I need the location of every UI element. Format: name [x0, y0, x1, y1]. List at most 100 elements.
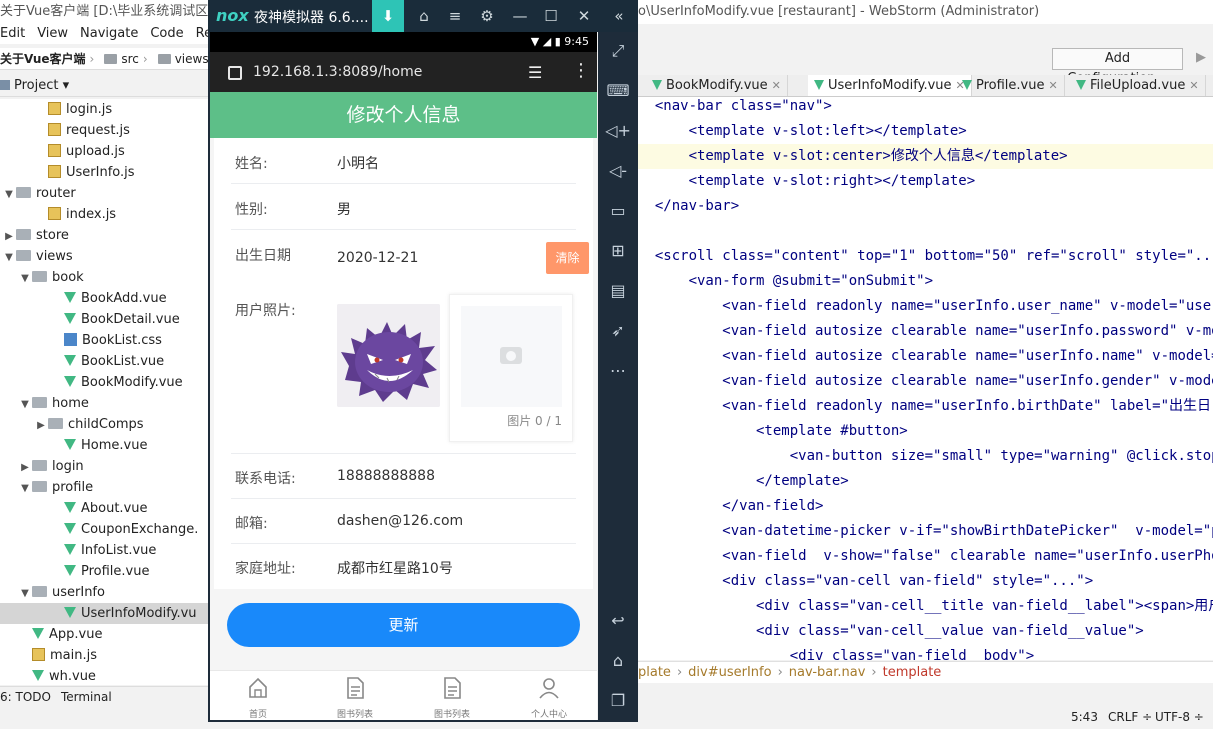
emulator-bookmark-icon[interactable]: ⬇ — [372, 0, 404, 32]
tab-booklist[interactable]: 图书列表 — [307, 671, 403, 723]
tree-folder[interactable]: ▼ home — [0, 393, 210, 414]
tree-file[interactable]: About.vue — [0, 498, 210, 519]
expand-arrow-icon[interactable]: ▼ — [18, 394, 32, 415]
nav-root[interactable]: 关于Vue客户端 — [0, 52, 86, 66]
tree-file[interactable]: upload.js — [0, 141, 210, 162]
code-line[interactable]: <template v-slot:right></template> — [638, 169, 1213, 194]
browser-tabs-icon[interactable]: ☰ — [528, 63, 542, 82]
code-line[interactable]: <template v-slot:center>修改个人信息</template… — [638, 144, 1213, 169]
update-button[interactable]: 更新 — [227, 603, 580, 647]
email-field[interactable]: 邮箱: dashen@126.com — [231, 499, 576, 544]
breadcrumb-item[interactable]: nav-bar.nav — [789, 665, 866, 680]
expand-arrow-icon[interactable]: ▶ — [34, 415, 48, 436]
close-tab-icon[interactable]: ✕ — [772, 79, 781, 92]
tree-folder[interactable]: ▶ store — [0, 225, 210, 246]
volume-down-icon[interactable]: ◁- — [598, 156, 638, 186]
tree-file[interactable]: UserInfoModify.vu — [0, 603, 210, 624]
code-line[interactable]: <van-field autosize clearable name="user… — [638, 344, 1213, 369]
menu-code[interactable]: Code — [150, 26, 183, 41]
emulator-close-icon[interactable]: ✕ — [568, 0, 600, 32]
code-line[interactable]: <div class="van-cell__title van-field__l… — [638, 594, 1213, 619]
terminal-tab[interactable]: Terminal — [61, 690, 112, 704]
nav-views[interactable]: views — [175, 52, 209, 66]
tree-file[interactable]: BookList.css — [0, 330, 210, 351]
code-line[interactable]: <scroll class="content" top="1" bottom="… — [638, 244, 1213, 269]
expand-arrow-icon[interactable]: ▼ — [18, 478, 32, 499]
tree-folder[interactable]: ▼ views — [0, 246, 210, 267]
code-line[interactable]: <van-field readonly name="userInfo.user_… — [638, 294, 1213, 319]
tree-file[interactable]: InfoList.vue — [0, 540, 210, 561]
emulator-maximize-icon[interactable]: ☐ — [535, 0, 567, 32]
code-line[interactable]: </template> — [638, 469, 1213, 494]
menu-edit[interactable]: Edit — [0, 26, 25, 41]
user-avatar[interactable] — [337, 304, 440, 407]
birthdate-field[interactable]: 出生日期 2020-12-21 — [231, 230, 576, 286]
code-line[interactable]: <van-button size="small" type="warning" … — [638, 444, 1213, 469]
tree-file[interactable]: CouponExchange. — [0, 519, 210, 540]
tree-file[interactable]: wh.vue — [0, 666, 210, 685]
emulator-menu-icon[interactable]: ≡ — [439, 0, 471, 32]
code-line[interactable]: <div class="van-cell__value van-field__v… — [638, 619, 1213, 644]
photo-uploader[interactable]: 图片 0 / 1 — [449, 294, 573, 442]
cursor-position[interactable]: 5:43 — [1071, 706, 1098, 729]
clear-button[interactable]: 清除 — [546, 242, 589, 274]
keyboard-icon[interactable]: ⌨ — [598, 76, 638, 106]
code-line[interactable]: <van-field autosize clearable name="user… — [638, 369, 1213, 394]
menu-navigate[interactable]: Navigate — [80, 26, 138, 41]
expand-arrow-icon[interactable]: ▼ — [18, 268, 32, 289]
tree-file[interactable]: Profile.vue — [0, 561, 210, 582]
browser-more-icon[interactable]: ⋮ — [572, 60, 590, 81]
tab-booklist-2[interactable]: 图书列表 — [404, 671, 500, 723]
add-configuration-button[interactable]: Add Configuration... — [1052, 48, 1183, 86]
recent-apps-icon[interactable]: ❐ — [598, 686, 638, 716]
code-line[interactable]: <nav-bar class="nav"> — [638, 97, 1213, 119]
tree-file[interactable]: request.js — [0, 120, 210, 141]
breadcrumb-item[interactable]: div#userInfo — [688, 665, 771, 680]
code-line[interactable]: <van-field autosize clearable name="user… — [638, 319, 1213, 344]
editor-tab[interactable]: FileUpload.vue ✕ — [1070, 75, 1206, 96]
screen-icon[interactable]: ▭ — [598, 196, 638, 226]
security-shield-icon[interactable] — [228, 66, 242, 80]
menu-view[interactable]: View — [37, 26, 68, 41]
file-encoding[interactable]: UTF-8 ÷ — [1155, 706, 1204, 729]
tree-file[interactable]: index.js — [0, 204, 210, 225]
tree-file[interactable]: BookList.vue — [0, 351, 210, 372]
todo-tab[interactable]: 6: TODO — [0, 690, 51, 704]
expand-arrow-icon[interactable]: ▶ — [2, 226, 16, 247]
code-line[interactable]: <van-datetime-picker v-if="showBirthDate… — [638, 519, 1213, 544]
dropdown-arrow-icon[interactable]: ▾ — [63, 78, 70, 93]
rocket-icon[interactable]: ➶ — [598, 316, 638, 346]
code-line[interactable]: </van-field> — [638, 494, 1213, 519]
code-line[interactable]: <van-field readonly name="userInfo.birth… — [638, 394, 1213, 419]
tree-file[interactable]: login.js — [0, 99, 210, 120]
run-icon[interactable]: ▶ — [1196, 50, 1206, 65]
code-line[interactable]: <div class="van-cell van-field" style=".… — [638, 569, 1213, 594]
tree-folder[interactable]: ▶ login — [0, 456, 210, 477]
expand-arrow-icon[interactable]: ▼ — [2, 247, 16, 268]
tree-file[interactable]: main.js — [0, 645, 210, 666]
address-field[interactable]: 家庭地址: 成都市红星路10号 — [231, 544, 576, 589]
tree-folder[interactable]: ▼ userInfo — [0, 582, 210, 603]
tree-file[interactable]: BookAdd.vue — [0, 288, 210, 309]
line-separator[interactable]: CRLF ÷ — [1108, 706, 1152, 729]
url-field[interactable]: 192.168.1.3:8089/home — [253, 52, 422, 92]
tree-file[interactable]: BookModify.vue — [0, 372, 210, 393]
volume-up-icon[interactable]: ◁+ — [598, 116, 638, 146]
tree-folder[interactable]: ▼ router — [0, 183, 210, 204]
back-icon[interactable]: ↩ — [598, 606, 638, 636]
name-field[interactable]: 姓名: 小明名 — [231, 138, 576, 184]
tab-profile[interactable]: 个人中心 — [501, 671, 597, 723]
code-line[interactable]: <template #button> — [638, 419, 1213, 444]
emulator-home-icon[interactable]: ⌂ — [408, 0, 440, 32]
android-home-icon[interactable]: ⌂ — [598, 646, 638, 676]
emulator-collapse-icon[interactable]: « — [603, 0, 635, 32]
upload-area[interactable] — [461, 306, 562, 407]
tree-folder[interactable]: ▼ book — [0, 267, 210, 288]
fullscreen-icon[interactable]: ⤢ — [598, 36, 638, 66]
tree-folder[interactable]: ▼ profile — [0, 477, 210, 498]
close-tab-icon[interactable]: ✕ — [1049, 79, 1058, 92]
tree-file[interactable]: BookDetail.vue — [0, 309, 210, 330]
expand-arrow-icon[interactable]: ▼ — [18, 583, 32, 604]
code-line[interactable]: <div class="van-field__body"> — [638, 644, 1213, 660]
code-line[interactable] — [638, 219, 1213, 244]
